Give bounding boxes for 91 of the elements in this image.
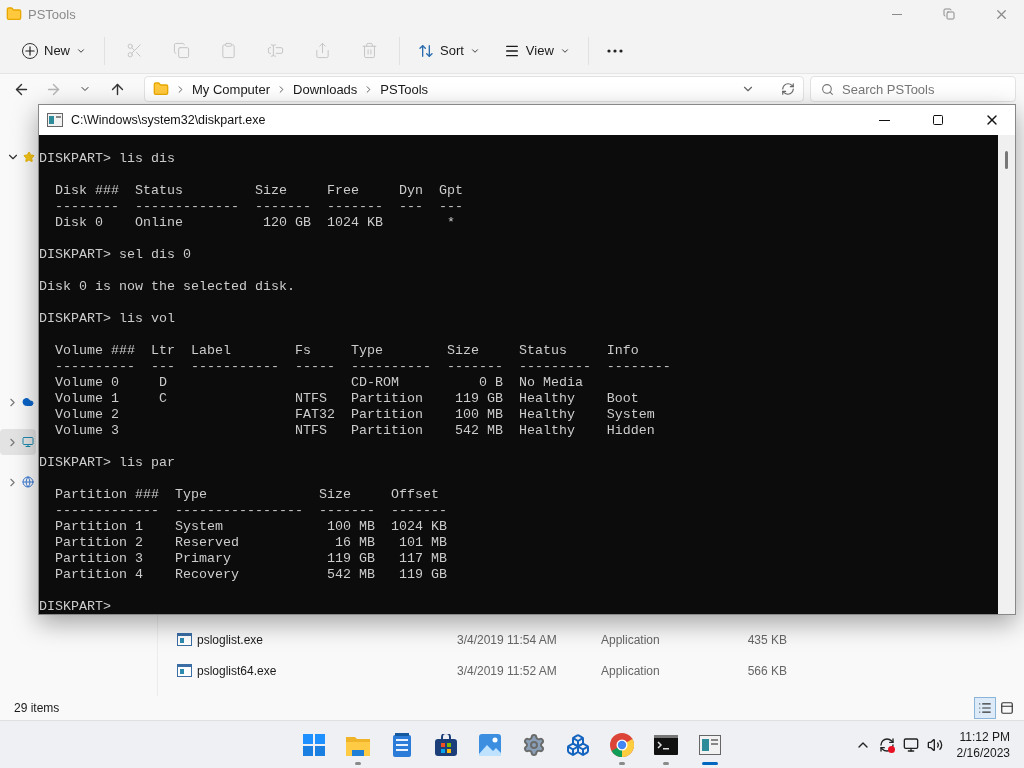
panel-icon (1000, 701, 1014, 715)
minimize-icon (878, 119, 890, 121)
scrollbar[interactable] (998, 135, 1015, 614)
console-line: Partition 3 Primary 119 GB 117 MB (54, 551, 448, 567)
cloud-icon (22, 396, 34, 408)
console-title: C:\Windows\system32\diskpart.exe (71, 113, 267, 127)
star-icon (23, 151, 35, 163)
notepad-icon (393, 733, 411, 757)
file-name: psloglist.exe (197, 632, 265, 647)
running-indicator (355, 762, 361, 765)
paste-icon (220, 42, 237, 59)
console-line: Volume 1 C NTFS Partition 119 GB Healthy Boot (54, 391, 640, 407)
console-line: Disk 0 Online 120 GB 1024 KB * (54, 215, 456, 231)
running-indicator (663, 762, 669, 765)
file-size: 435 KB (746, 632, 787, 647)
network-icon[interactable] (902, 736, 919, 753)
minimize-icon (892, 13, 902, 15)
console-line: Partition ### Type Size Offset (54, 487, 440, 503)
volume-icon[interactable] (926, 736, 943, 753)
globe-icon (22, 476, 34, 488)
file-size: 566 KB (746, 663, 787, 678)
more-icon (606, 48, 623, 53)
view-button[interactable]: View (493, 34, 580, 67)
monitor-icon (22, 436, 34, 448)
sort-arrows-icon (418, 42, 434, 59)
file-row[interactable]: psloglist.exe 3/4/2019 11:54 AM Application 435 KB (158, 624, 1024, 655)
window-app-icon (699, 735, 721, 755)
copy-icon (173, 42, 190, 59)
new-button[interactable]: New (12, 34, 96, 67)
scroll-thumb (1005, 151, 1008, 169)
console-line: ------------- ---------------- ------- ------- (54, 503, 448, 519)
folder-icon (346, 734, 370, 756)
console-line: Volume ### Ltr Label Fs Type Size Status Info (54, 343, 640, 359)
console-line: DISKPART> lis par (39, 455, 176, 471)
console-line: Partition 1 System 100 MB 1024 KB (54, 519, 448, 535)
browser-icon (610, 733, 634, 757)
console-line: -------- ------------- ------- ------- --- --- (54, 199, 464, 215)
console-line: DISKPART> lis vol (39, 311, 176, 327)
console-line: DISKPART> (39, 599, 112, 614)
boxes-icon (566, 733, 590, 757)
clock[interactable]: 11:12 PM 2/16/2023 (956, 728, 1010, 761)
application-icon (177, 633, 192, 646)
console-line: Volume 3 NTFS Partition 542 MB Healthy Hidden (54, 423, 656, 439)
details-view-button[interactable] (974, 697, 996, 719)
windows-start-icon (303, 734, 325, 756)
nav-item[interactable] (0, 429, 36, 455)
console-line: Volume 0 D CD-ROM 0 B No Media (54, 375, 584, 391)
list-icon (978, 701, 992, 715)
file-type: Application (601, 632, 661, 647)
clock-date: 2/16/2023 (956, 744, 1010, 761)
photos-icon (479, 734, 501, 756)
cut-icon (126, 42, 143, 59)
file-name: psloglist64.exe (197, 663, 278, 678)
maximize-icon (932, 114, 944, 126)
sync-icon[interactable] (878, 736, 895, 753)
console-line: Partition 4 Recovery 542 MB 119 GB (54, 567, 448, 583)
console-line: DISKPART> lis dis (39, 151, 176, 167)
gear-icon (522, 733, 546, 757)
breadcrumb[interactable]: Downloads (293, 81, 358, 97)
console-line: Partition 2 Reserved 16 MB 101 MB (54, 535, 448, 551)
window-app-icon (47, 113, 63, 127)
console-line: ---------- --- ----------- ----- ---------- ------- --------- -------- (54, 359, 672, 375)
breadcrumb[interactable]: PSTools (380, 81, 429, 97)
clock-time: 11:12 PM (959, 728, 1010, 745)
restore-icon (943, 8, 955, 20)
sort-button[interactable]: Sort (408, 34, 490, 67)
file-date: 3/4/2019 11:52 AM (457, 663, 558, 678)
console-line: Disk 0 is now the selected disk. (39, 279, 296, 295)
refresh-icon (781, 82, 795, 96)
folder-icon (153, 81, 169, 97)
file-row[interactable]: psloglist64.exe 3/4/2019 11:52 AM Application 566 KB (158, 655, 1024, 686)
store-bag-icon (435, 734, 457, 756)
console-line: Volume 2 FAT32 Partition 100 MB Healthy System (54, 407, 656, 423)
search-field[interactable]: Search PSTools (810, 76, 1016, 102)
trash-icon (361, 42, 378, 59)
running-indicator (702, 762, 718, 765)
console-line: Disk ### Status Size Free Dyn Gpt (54, 183, 464, 199)
address-bar[interactable]: My Computer Downloads PSTools (144, 76, 804, 102)
breadcrumb[interactable]: My Computer (192, 81, 271, 97)
window-title: PSTools (28, 6, 77, 22)
terminal-icon (654, 735, 678, 755)
running-indicator (619, 762, 625, 765)
rename-icon (267, 42, 284, 59)
search-icon (821, 82, 834, 96)
file-date: 3/4/2019 11:54 AM (457, 632, 558, 647)
application-icon (177, 664, 192, 677)
console-line: DISKPART> sel dis 0 (39, 247, 192, 263)
item-count: 29 items (14, 701, 61, 715)
file-type: Application (601, 663, 661, 678)
folder-icon (6, 6, 22, 22)
share-icon (314, 42, 331, 59)
